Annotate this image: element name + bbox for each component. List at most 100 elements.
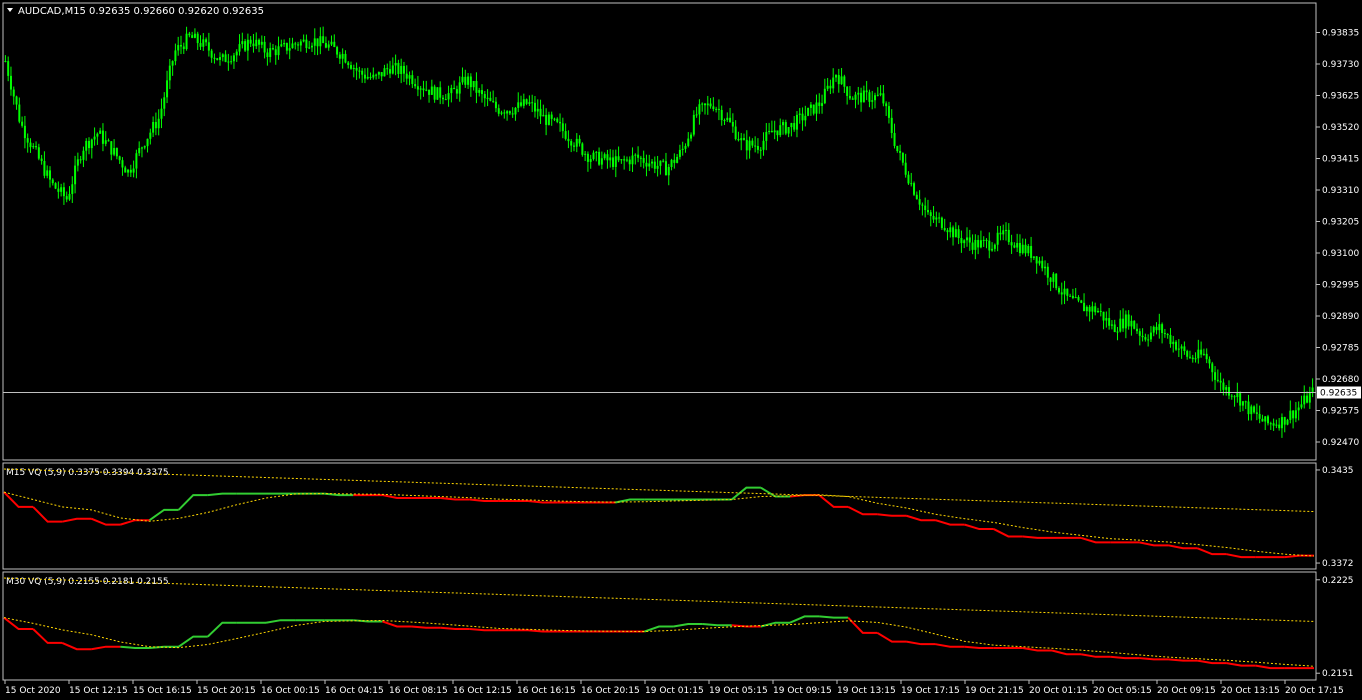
candle-body [890, 117, 893, 134]
candle-body [807, 107, 810, 116]
candle-body [9, 75, 12, 90]
candle-body [347, 62, 350, 66]
candle-body [1133, 320, 1136, 329]
candle-body [946, 230, 949, 233]
candle-body [1108, 318, 1111, 326]
candle-body [642, 158, 645, 163]
candle-body [291, 43, 294, 49]
candle-body [475, 80, 478, 93]
price-tick-label: 0.92785 [1322, 344, 1359, 354]
candle-body [550, 114, 553, 119]
time-tick-label: 19 Oct 13:15 [837, 686, 896, 696]
candle-body [1110, 324, 1113, 326]
candle-body [567, 138, 570, 142]
candle-body [344, 53, 347, 63]
candle-body [1166, 334, 1169, 336]
candle-body [517, 102, 520, 108]
candle-body [1205, 353, 1208, 360]
candle-body [369, 76, 372, 78]
candle-body [1283, 417, 1286, 425]
candle-body [266, 52, 269, 57]
candle-body [868, 92, 871, 102]
candle-body [514, 107, 517, 115]
candle-body [798, 113, 801, 115]
candle-body [389, 69, 392, 74]
candle-body [299, 41, 302, 46]
candle-body [1236, 393, 1239, 397]
symbol-title: AUDCAD,M15 [18, 6, 86, 17]
candle-body [1275, 424, 1278, 426]
candle-body [804, 115, 807, 121]
candle-body [570, 141, 573, 146]
candle-body [199, 43, 202, 47]
time-tick-label: 19 Oct 17:15 [901, 686, 960, 696]
candle-body [163, 97, 166, 109]
candle-body [637, 154, 640, 158]
price-tick-label: 0.92470 [1322, 438, 1359, 448]
candle-body [149, 132, 152, 139]
candle-body [1105, 318, 1108, 321]
candle-body [90, 139, 93, 149]
candle-body [118, 156, 121, 161]
candle-body [450, 87, 453, 94]
time-tick-label: 20 Oct 09:15 [1157, 686, 1216, 696]
candle-body [1085, 306, 1088, 312]
candle-body [338, 54, 341, 59]
candle-body [846, 86, 849, 96]
candle-body [453, 87, 456, 90]
candle-body [823, 88, 826, 104]
candle-body [949, 227, 952, 233]
candle-body [107, 140, 110, 142]
time-tick-label: 16 Oct 04:15 [325, 686, 384, 696]
candle-body [659, 160, 662, 166]
candle-body [51, 179, 54, 184]
candle-body [631, 155, 634, 165]
candle-body [408, 75, 411, 79]
candle-body [695, 114, 698, 116]
candle-body [598, 151, 601, 165]
candle-body [617, 156, 620, 161]
candle-body [857, 92, 860, 95]
candle-body [252, 43, 255, 47]
candle-body [478, 90, 481, 93]
candle-body [762, 140, 765, 150]
candle-body [1144, 337, 1147, 340]
candle-body [433, 86, 436, 100]
candle-body [687, 138, 690, 146]
candle-body [834, 75, 837, 78]
candle-body [715, 108, 718, 110]
candle-body [1211, 363, 1214, 373]
candle-body [32, 146, 35, 148]
time-tick-label: 19 Oct 21:15 [965, 686, 1024, 696]
candle-body [926, 210, 929, 213]
candle-body [1071, 295, 1074, 299]
candle-body [586, 153, 589, 162]
candle-body [935, 217, 938, 220]
candle-body [960, 238, 963, 244]
candle-body [832, 77, 835, 89]
candle-body [1069, 295, 1072, 297]
candle-body [1091, 306, 1094, 312]
candle-body [455, 89, 458, 94]
candle-body [193, 33, 196, 38]
candle-body [472, 80, 475, 88]
candle-body [416, 86, 419, 90]
candle-body [21, 121, 24, 126]
candle-body [182, 46, 185, 50]
vq-tick-label: 0.2225 [1322, 576, 1354, 586]
candle-body [1113, 324, 1116, 333]
candle-body [743, 138, 746, 140]
candle-body [140, 147, 143, 149]
candle-body [486, 97, 489, 99]
candle-body [1077, 297, 1080, 301]
time-tick-label: 16 Oct 12:15 [453, 686, 512, 696]
candle-body [1052, 273, 1055, 282]
candle-body [283, 43, 286, 45]
candle-body [1169, 335, 1172, 345]
candle-body [177, 45, 180, 51]
candle-body [974, 239, 977, 250]
candle-body [308, 47, 311, 49]
candle-body [793, 123, 796, 130]
candle-body [428, 89, 431, 95]
candle-body [921, 204, 924, 206]
